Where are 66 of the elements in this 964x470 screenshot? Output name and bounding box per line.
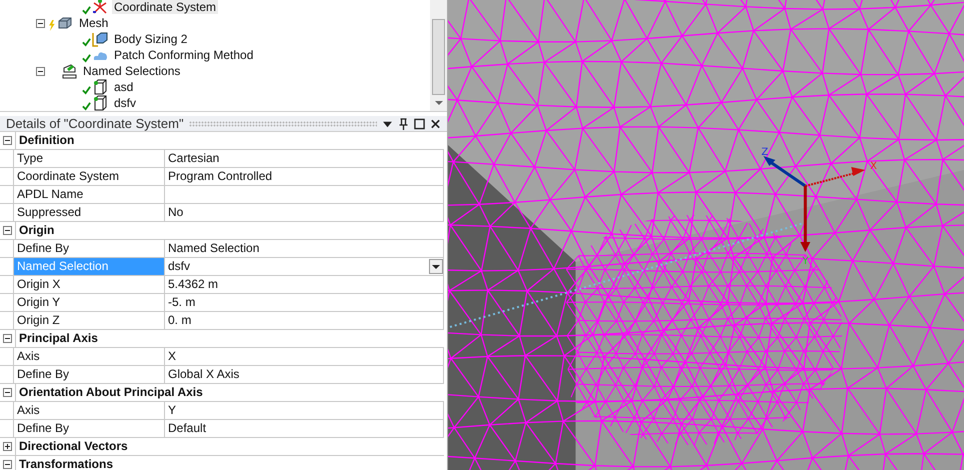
- tree-item[interactable]: Named Selections: [81, 64, 182, 78]
- property-value: Cartesian: [165, 150, 444, 167]
- selection-folder-icon: [61, 63, 77, 79]
- property-value: 5.4362 m: [165, 276, 444, 293]
- property-value: Program Controlled: [165, 168, 444, 185]
- collapse-toggle[interactable]: [3, 334, 12, 343]
- tree-item[interactable]: asd: [112, 80, 136, 94]
- collapse-toggle[interactable]: [36, 18, 45, 28]
- property-value: X: [165, 348, 444, 365]
- axis-label: Y: [802, 256, 808, 267]
- property-name[interactable]: Axis: [14, 348, 165, 365]
- checkmark-icon: [82, 36, 91, 47]
- panel-title: Details of "Coordinate System": [6, 116, 184, 131]
- axis-label: X: [870, 161, 878, 172]
- tree-item[interactable]: Coordinate System: [112, 0, 218, 14]
- collapse-toggle[interactable]: [3, 226, 12, 235]
- property-name[interactable]: Define By: [14, 240, 165, 257]
- property-name[interactable]: Origin Z: [14, 312, 165, 329]
- dropdown-field[interactable]: dsfv: [165, 258, 444, 275]
- axes-icon: [92, 0, 108, 15]
- collapse-toggle[interactable]: [3, 388, 12, 397]
- tree-item[interactable]: Body Sizing 2: [112, 32, 190, 46]
- property-value: Y: [165, 402, 444, 419]
- checkmark-icon: [82, 100, 91, 111]
- property-value: 0. m: [165, 312, 444, 329]
- property-value: Global X Axis: [165, 366, 444, 383]
- lightning-icon: [47, 20, 56, 31]
- group-heading[interactable]: Directional Vectors: [15, 438, 444, 455]
- group-heading[interactable]: Principal Axis: [15, 330, 444, 347]
- property-name[interactable]: Coordinate System: [14, 168, 165, 185]
- property-name[interactable]: APDL Name: [14, 186, 165, 203]
- collapse-toggle[interactable]: [36, 66, 45, 76]
- property-name[interactable]: Suppressed: [14, 204, 165, 221]
- property-name[interactable]: Origin X: [14, 276, 165, 293]
- property-value: No: [165, 204, 444, 221]
- collapse-toggle[interactable]: [3, 136, 12, 145]
- property-name[interactable]: Type: [14, 150, 165, 167]
- property-name[interactable]: Axis: [14, 402, 165, 419]
- tree-item[interactable]: Mesh: [77, 16, 110, 30]
- group-heading[interactable]: Definition: [15, 132, 444, 149]
- property-value: Named Selection: [165, 240, 444, 257]
- group-heading[interactable]: Orientation About Principal Axis: [15, 384, 444, 401]
- tree-item[interactable]: dsfv: [112, 96, 138, 110]
- maximize-icon[interactable]: [414, 118, 425, 130]
- property-name[interactable]: Origin Y: [14, 294, 165, 311]
- property-name[interactable]: Define By: [14, 366, 165, 383]
- checkmark-icon: [82, 52, 91, 63]
- collapse-toggle[interactable]: [3, 442, 12, 451]
- box-icon: [92, 79, 108, 95]
- close-icon[interactable]: [430, 118, 441, 130]
- cube-icon: [92, 31, 108, 47]
- property-value: Default: [165, 420, 444, 437]
- collapse-toggle[interactable]: [3, 460, 12, 469]
- property-value: -5. m: [165, 294, 444, 311]
- box-icon: [92, 95, 108, 111]
- axis-label: Z: [761, 147, 768, 158]
- pin-icon[interactable]: [398, 118, 409, 130]
- scrollbar[interactable]: [430, 0, 447, 111]
- scroll-down-icon[interactable]: [435, 101, 443, 105]
- checkmark-icon: [82, 84, 91, 95]
- tree-item[interactable]: Patch Conforming Method: [112, 48, 256, 62]
- property-name[interactable]: Define By: [14, 420, 165, 437]
- group-heading[interactable]: Origin: [15, 222, 444, 239]
- mesh-icon: [57, 15, 73, 31]
- checkmark-icon: [82, 4, 91, 15]
- group-heading[interactable]: Transformations: [15, 456, 444, 470]
